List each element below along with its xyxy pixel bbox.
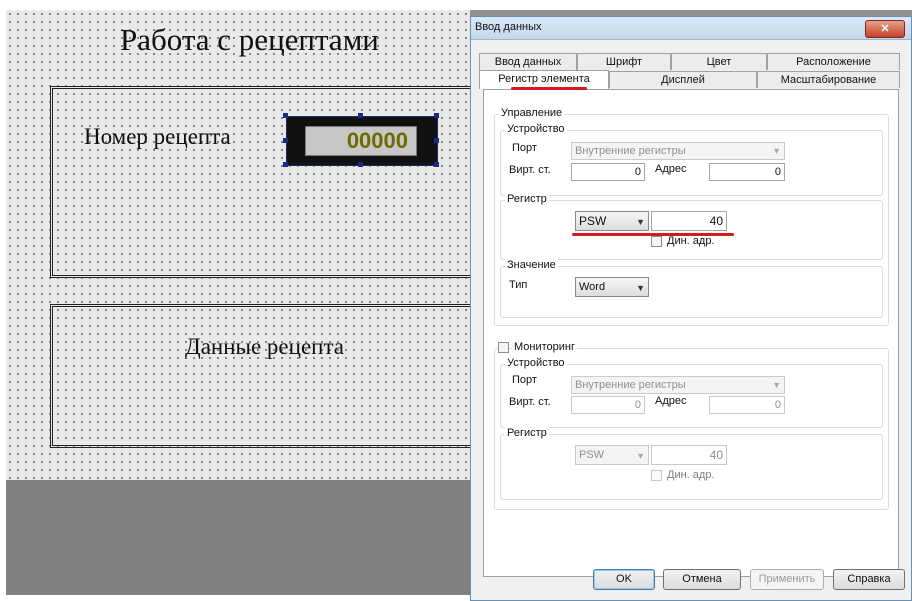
monitoring-register-group: [500, 434, 883, 500]
monitoring-dynamic-address-checkbox[interactable]: [651, 470, 662, 481]
port-label: Порт: [512, 142, 537, 154]
dialog-title: Ввод данных: [475, 21, 542, 33]
red-annotation-underline: [511, 87, 587, 90]
resize-handle[interactable]: [434, 138, 439, 143]
value-group-label: Значение: [505, 259, 558, 271]
chevron-down-icon: ▼: [636, 451, 645, 461]
recipe-number-frame[interactable]: [50, 86, 490, 278]
resize-handle[interactable]: [358, 162, 363, 167]
monitoring-device-group: [500, 364, 883, 428]
dynamic-address-label: Дин. адр.: [667, 235, 715, 247]
monitoring-checkbox[interactable]: [498, 342, 509, 353]
recipe-number-label[interactable]: Номер рецепта: [84, 124, 231, 150]
chevron-down-icon: ▼: [772, 146, 781, 156]
device-group-label: Устройство: [505, 123, 567, 135]
recipe-data-label[interactable]: Данные рецепта: [185, 334, 344, 360]
tab-font[interactable]: Шрифт: [577, 53, 671, 70]
help-button[interactable]: Справка: [833, 569, 905, 590]
virt-station-input[interactable]: 0: [571, 163, 645, 181]
monitoring-virt-input[interactable]: 0: [571, 396, 645, 414]
register-group-label: Регистр: [505, 193, 549, 205]
close-icon: ✕: [880, 23, 890, 35]
monitoring-port-label: Порт: [512, 374, 537, 386]
monitoring-port-value: Внутренние регистры: [575, 379, 686, 391]
monitoring-address-label: Адрес: [655, 395, 687, 407]
tab-display[interactable]: Дисплей: [609, 71, 757, 88]
monitoring-device-label: Устройство: [505, 357, 567, 369]
ok-button[interactable]: OK: [593, 569, 655, 590]
tab-data-input[interactable]: Ввод данных: [479, 53, 577, 70]
chevron-down-icon: ▼: [636, 283, 645, 293]
chevron-down-icon: ▼: [636, 217, 645, 227]
recipe-data-frame[interactable]: [50, 304, 490, 448]
tab-scaling[interactable]: Масштабирование: [757, 71, 900, 88]
resize-handle[interactable]: [283, 162, 288, 167]
dynamic-address-checkbox[interactable]: [651, 236, 662, 247]
close-button[interactable]: ✕: [865, 20, 905, 38]
monitoring-virt-label: Вирт. ст.: [509, 396, 551, 408]
port-select-value: Внутренние регистры: [575, 145, 686, 157]
virt-station-label: Вирт. ст.: [509, 164, 551, 176]
screen-title-text[interactable]: Работа с рецептами: [120, 22, 379, 58]
data-type-value: Word: [579, 281, 606, 293]
cancel-button[interactable]: Отмена: [663, 569, 741, 590]
data-type-label: Тип: [509, 279, 528, 291]
resize-handle[interactable]: [283, 138, 288, 143]
dialog-titlebar[interactable]: Ввод данных ✕: [471, 17, 911, 40]
data-type-select[interactable]: Word ▼: [575, 277, 649, 297]
data-input-dialog: Ввод данных ✕ Ввод данных Шрифт Цвет Рас…: [470, 16, 912, 601]
register-type-value: PSW: [579, 214, 607, 228]
monitoring-label: Мониторинг: [512, 341, 578, 353]
recipe-number-input-element[interactable]: 00000: [286, 116, 438, 166]
monitoring-register-input[interactable]: 40: [651, 445, 727, 465]
monitoring-register-type-value: PSW: [579, 449, 605, 461]
chevron-down-icon: ▼: [772, 380, 781, 390]
monitoring-register-label: Регистр: [505, 427, 549, 439]
value-group: [500, 266, 883, 318]
resize-handle[interactable]: [358, 113, 363, 118]
tab-color[interactable]: Цвет: [671, 53, 767, 70]
monitoring-dynamic-address-label: Дин. адр.: [667, 469, 715, 481]
register-type-select[interactable]: PSW ▼: [575, 211, 649, 231]
resize-handle[interactable]: [283, 113, 288, 118]
register-address-input[interactable]: 40: [651, 211, 727, 231]
tab-position[interactable]: Расположение: [767, 53, 900, 70]
control-group-label: Управление: [499, 107, 565, 119]
monitoring-address-input[interactable]: 0: [709, 396, 785, 414]
device-group: [500, 130, 883, 196]
resize-handle[interactable]: [434, 113, 439, 118]
recipe-number-value: 00000: [305, 126, 417, 156]
apply-button[interactable]: Применить: [750, 569, 824, 590]
tab-panel: Управление Устройство Порт Внутренние ре…: [483, 89, 899, 577]
address-label: Адрес: [655, 163, 687, 175]
monitoring-port-select[interactable]: Внутренние регистры ▼: [571, 376, 785, 394]
monitoring-register-type-select[interactable]: PSW ▼: [575, 445, 649, 465]
address-input[interactable]: 0: [709, 163, 785, 181]
port-select[interactable]: Внутренние регистры ▼: [571, 142, 785, 160]
resize-handle[interactable]: [434, 162, 439, 167]
